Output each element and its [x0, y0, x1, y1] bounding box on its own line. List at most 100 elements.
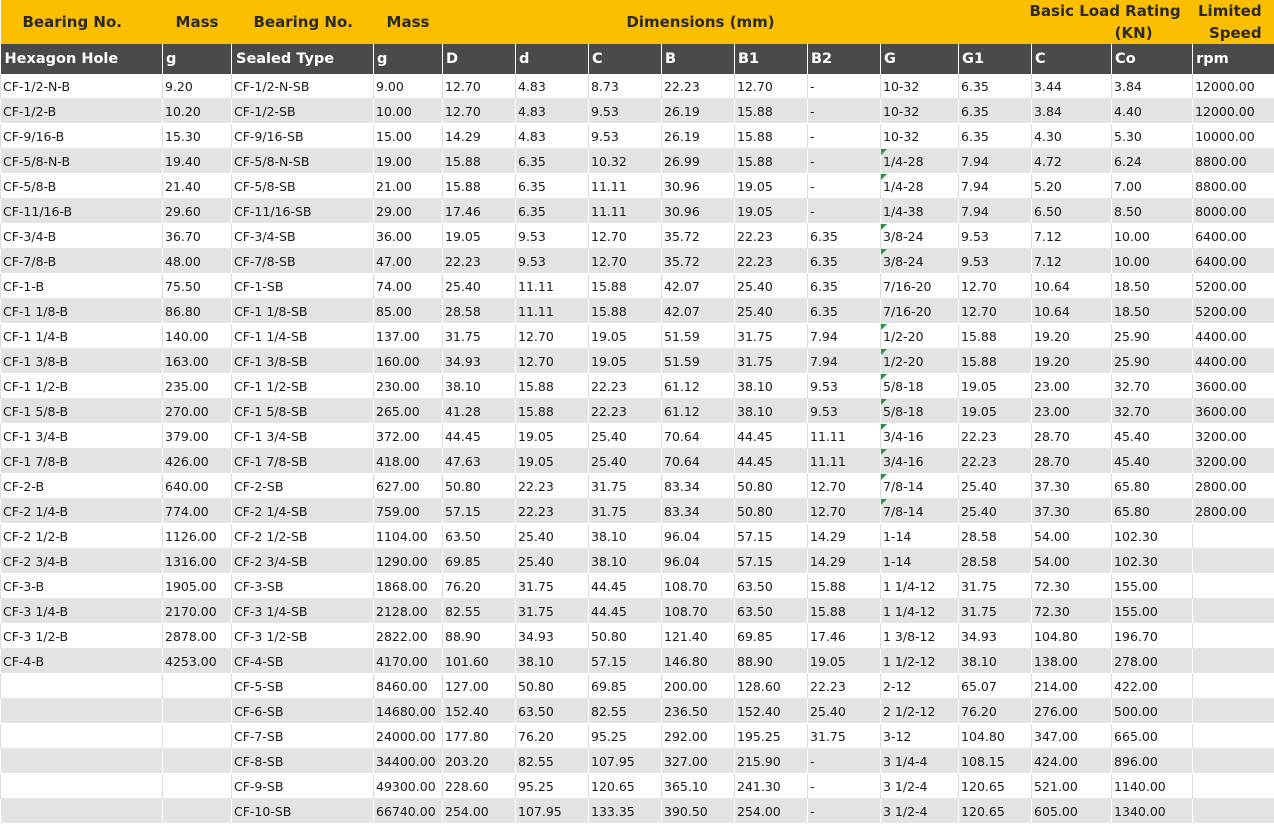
table-cell: 96.04 [661, 523, 735, 549]
cell-value: 4.83 [518, 78, 546, 94]
cell-value: - [810, 153, 815, 169]
cell-value: 12.70 [737, 78, 773, 94]
table-cell: 12.70 [807, 498, 881, 524]
cell-value: 19.05 [810, 653, 846, 669]
cell-value: CF-4-SB [234, 653, 284, 669]
table-cell: 104.80 [1031, 623, 1112, 649]
cell-value: 1-14 [883, 553, 912, 569]
table-cell: 1/4-28 [879, 173, 959, 199]
table-cell: 15.88 [958, 348, 1032, 374]
cell-value: 265.00 [376, 403, 420, 419]
table-cell: 128.60 [734, 673, 808, 699]
table-cell: 36.00 [373, 223, 443, 249]
table-cell: 28.70 [1031, 423, 1112, 449]
cell-value: CF-9/16-B [3, 128, 65, 144]
table-cell: 236.50 [661, 698, 735, 724]
cell-value: 72.30 [1034, 603, 1070, 619]
table-cell: 42.07 [661, 298, 735, 324]
table-cell: 137.00 [373, 323, 443, 349]
table-cell: 9.53 [958, 248, 1032, 274]
cell-value: 74.00 [376, 278, 412, 294]
table-cell: 69.85 [442, 548, 516, 574]
table-cell: 25.40 [734, 298, 808, 324]
table-row: CF-7/8-B 48.00 CF-7/8-SB 47.00 22.23 9.53 12.7… [0, 248, 1274, 274]
cell-value: 5.30 [1114, 128, 1142, 144]
table-cell: 155.00 [1111, 573, 1193, 599]
cell-value: 11.11 [591, 178, 627, 194]
table-cell: CF-1 1/8-SB [231, 298, 374, 324]
table-cell: CF-9/16-B [0, 123, 163, 149]
cell-value: 108.70 [664, 578, 708, 594]
cell-value: 50.80 [518, 678, 554, 694]
cell-value: 1 1/2-12 [883, 653, 936, 669]
table-cell: 896.00 [1111, 748, 1193, 774]
cell-value: 69.85 [445, 553, 481, 569]
cell-value: CF-7/8-B [3, 253, 57, 269]
table-cell: 44.45 [734, 423, 808, 449]
table-cell: 9.53 [588, 123, 662, 149]
cell-value: CF-1 1/8-B [3, 303, 69, 319]
cell-value: 4.40 [1114, 103, 1142, 119]
cell-value: 63.50 [737, 578, 773, 594]
table-cell: 8800.00 [1192, 173, 1274, 199]
cell-value: 88.90 [737, 653, 773, 669]
table-cell: 8.50 [1111, 198, 1193, 224]
table-cell: 44.45 [588, 573, 662, 599]
table-row: CF-1 5/8-B 270.00 CF-1 5/8-SB 265.00 41.28 15… [0, 398, 1274, 424]
table-cell: 50.80 [515, 673, 589, 699]
table-cell: 14.29 [807, 523, 881, 549]
table-cell: 12.70 [588, 248, 662, 274]
table-cell: 19.05 [515, 448, 589, 474]
table-cell: 10-32 [879, 98, 959, 124]
cell-value: 3/4-16 [883, 428, 924, 444]
cell-value: 44.45 [445, 428, 481, 444]
table-cell: 3.84 [1111, 74, 1193, 99]
cell-value: CF-5/8-N-B [3, 153, 71, 169]
table-cell: 10.00 [1111, 223, 1193, 249]
cell-value: 12.70 [961, 303, 997, 319]
cell-value: 12.70 [810, 478, 846, 494]
cell-value: 8.50 [1114, 203, 1142, 219]
table-cell: 127.00 [442, 673, 516, 699]
cell-value: 152.40 [445, 703, 489, 719]
cell-value: 65.80 [1114, 503, 1150, 519]
cell-value: 19.05 [591, 353, 627, 369]
table-cell: 200.00 [661, 673, 735, 699]
cell-value: CF-1 7/8-B [3, 453, 69, 469]
cell-value: 44.45 [737, 453, 773, 469]
table-cell: 42.07 [661, 273, 735, 299]
cell-value: 25.90 [1114, 328, 1150, 344]
table-cell [0, 723, 163, 749]
cell-value: 108.70 [664, 603, 708, 619]
table-cell: 152.40 [442, 698, 516, 724]
cell-value: 4253.00 [165, 653, 217, 669]
table-cell: 32.70 [1111, 373, 1193, 399]
cell-value: 1868.00 [376, 578, 428, 594]
table-cell: 61.12 [661, 373, 735, 399]
table-cell: 640.00 [162, 473, 232, 499]
cell-value: 34400.00 [376, 753, 436, 769]
table-cell: 196.70 [1111, 623, 1193, 649]
table-cell: 38.10 [734, 398, 808, 424]
table-cell: 155.00 [1111, 598, 1193, 624]
table-cell: 21.00 [373, 173, 443, 199]
cell-value: 2 1/2-12 [883, 703, 936, 719]
cell-value: 365.10 [664, 778, 708, 794]
cell-value: - [810, 103, 815, 119]
table-cell: 4170.00 [373, 648, 443, 674]
cell-value: 15.30 [165, 128, 201, 144]
cell-value: CF-4-B [3, 653, 45, 669]
column-header: B1 [734, 44, 808, 74]
cell-value: 120.65 [961, 803, 1005, 819]
cell-value: 236.50 [664, 703, 708, 719]
table-cell: 422.00 [1111, 673, 1193, 699]
table-cell: 5.20 [1031, 173, 1112, 199]
cell-value: 4.83 [518, 103, 546, 119]
cell-value: 19.05 [445, 228, 481, 244]
cell-value: 24000.00 [376, 728, 436, 744]
cell-value: 25.40 [737, 303, 773, 319]
limited-speed-line2: Speed [1208, 24, 1262, 42]
cell-value: 38.10 [445, 378, 481, 394]
cell-value: 6.35 [961, 103, 989, 119]
cell-value: 107.95 [591, 753, 635, 769]
